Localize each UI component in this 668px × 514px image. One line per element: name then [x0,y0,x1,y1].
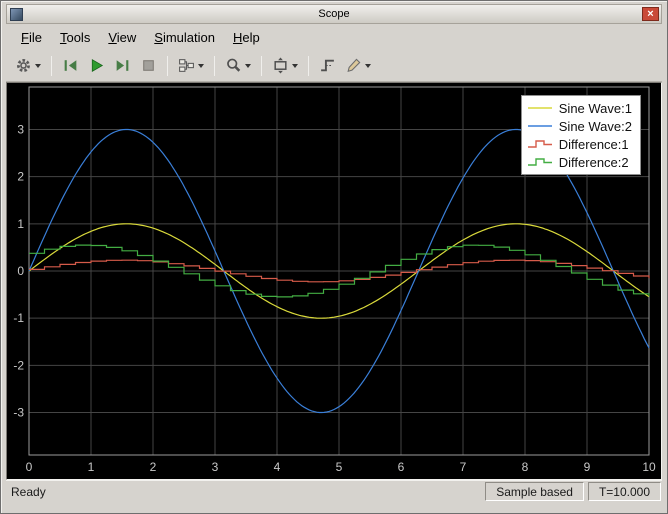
run-button[interactable] [84,53,109,78]
toolbar-separator [308,55,309,76]
legend-line-sample-icon [527,125,552,127]
measurements-icon [347,58,361,72]
simulation-time: T=10.000 [587,482,661,501]
legend-label: Sine Wave:2 [558,118,632,134]
y-tick-label: -2 [13,358,24,372]
toolbar-separator [167,55,168,76]
toolbar [6,50,662,82]
legend-line-sample-icon [527,158,552,166]
menu-simulation[interactable]: Simulation [145,26,224,49]
x-tick-label: 1 [88,460,95,474]
dropdown-arrow-icon [198,63,204,68]
y-tick-label: -1 [13,311,24,325]
x-tick-label: 5 [336,460,343,474]
menu-bar: File Tools View Simulation Help [6,24,662,50]
legend-line-sample-icon [527,107,552,109]
title-bar[interactable]: Scope × [6,4,662,24]
plot-panel[interactable]: 0 1 2 3 4 5 6 7 8 9 10 -3 -2 -1 0 1 2 3 Sine Wave:1 Sine W… [6,82,662,480]
legend-label: Difference:2 [558,154,629,170]
gear-icon [17,59,30,72]
toolbar-separator [261,55,262,76]
dropdown-arrow-icon [245,63,251,68]
menu-view[interactable]: View [99,26,145,49]
y-tick-label: 0 [17,264,24,278]
sample-mode-indicator: Sample based [485,482,584,501]
x-tick-label: 0 [26,460,33,474]
triggers-button[interactable] [315,53,340,78]
x-tick-label: 6 [398,460,405,474]
scope-window: Scope × File Tools View Simulation Help 0 1 2 3… [0,0,668,514]
dropdown-arrow-icon [365,63,371,68]
signal-selector-icon [179,59,194,72]
y-tick-label: 2 [17,170,24,184]
zoom-icon [227,58,241,72]
window-title: Scope [318,8,350,20]
legend-item[interactable]: Sine Wave:1 [527,99,632,117]
toolbar-separator [214,55,215,76]
toolbar-separator [51,55,52,76]
legend-label: Difference:1 [558,136,629,152]
legend-line-sample-icon [527,140,552,148]
step-back-icon [64,60,77,71]
status-text: Ready [11,484,46,499]
y-tick-label: 1 [17,217,24,231]
run-icon [91,59,104,72]
dropdown-arrow-icon [35,63,41,68]
stop-button[interactable] [136,53,161,78]
stop-icon [143,60,154,71]
step-back-button[interactable] [58,53,83,78]
legend-item[interactable]: Difference:2 [527,153,632,171]
scale-axes-icon [274,57,287,74]
legend: Sine Wave:1 Sine Wave:2 Difference:1 Differ… [520,95,641,175]
x-tick-label: 3 [212,460,219,474]
x-tick-label: 9 [584,460,591,474]
status-bar: Ready Sample based T=10.000 [6,480,662,502]
menu-file[interactable]: File [12,26,51,49]
y-tick-label: 3 [17,122,24,136]
legend-item[interactable]: Sine Wave:2 [527,117,632,135]
menu-tools[interactable]: Tools [51,26,99,49]
signal-selector-button[interactable] [174,53,208,78]
legend-item[interactable]: Difference:1 [527,135,632,153]
measurements-button[interactable] [341,53,375,78]
step-forward-icon [116,60,129,71]
y-tick-label: -3 [13,406,24,420]
triggers-icon [321,59,334,72]
x-tick-label: 2 [150,460,157,474]
x-tick-label: 4 [274,460,281,474]
menu-help[interactable]: Help [224,26,269,49]
x-tick-label: 7 [460,460,467,474]
x-tick-label: 10 [642,460,656,474]
dropdown-arrow-icon [292,63,298,68]
x-tick-label: 8 [522,460,529,474]
scale-axes-button[interactable] [268,53,302,78]
settings-button[interactable] [11,53,45,78]
legend-label: Sine Wave:1 [558,100,632,116]
step-forward-button[interactable] [110,53,135,78]
zoom-button[interactable] [221,53,255,78]
